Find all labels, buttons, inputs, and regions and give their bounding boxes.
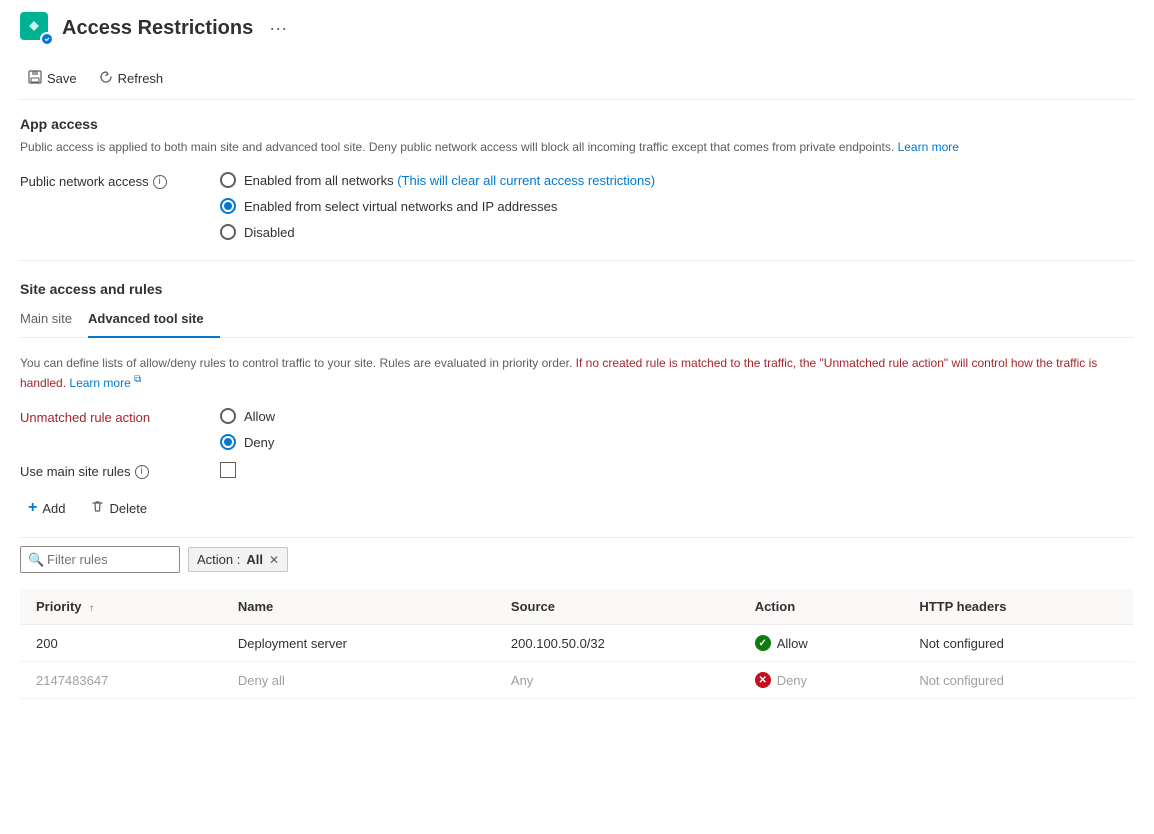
save-button[interactable]: Save: [20, 66, 85, 91]
cell-name-deployment: Deployment server: [222, 625, 495, 662]
app-icon: [20, 12, 52, 44]
delete-icon: [91, 500, 104, 516]
table-row[interactable]: 200 Deployment server 200.100.50.0/32 ✓ …: [20, 625, 1134, 662]
action-row: + Add Delete: [20, 495, 1134, 521]
public-network-label: Public network access i: [20, 172, 200, 189]
cell-priority-max: 2147483647: [20, 662, 222, 699]
refresh-icon: [99, 70, 113, 87]
radio-select-networks-label: Enabled from select virtual networks and…: [244, 199, 557, 214]
use-main-site-checkbox-row: [220, 462, 236, 478]
save-icon: [28, 70, 42, 87]
table-header-row: Priority ↑ Name Source Action HTTP heade…: [20, 589, 1134, 625]
delete-rule-button[interactable]: Delete: [83, 496, 155, 520]
app-access-section: App access Public access is applied to b…: [20, 116, 1134, 240]
radio-disabled-label: Disabled: [244, 225, 295, 240]
col-source: Source: [495, 589, 739, 625]
unmatched-allow-label: Allow: [244, 409, 275, 424]
radio-disabled-input[interactable]: [220, 224, 236, 240]
cell-action-deny: ✕ Deny: [739, 662, 904, 699]
toolbar: Save Refresh: [20, 58, 1134, 100]
unmatched-deny-input[interactable]: [220, 434, 236, 450]
cell-http-headers-deny: Not configured: [903, 662, 1134, 699]
unmatched-rule-label: Unmatched rule action: [20, 408, 200, 425]
unmatched-rule-radio-group: Allow Deny: [220, 408, 275, 450]
section-divider: [20, 260, 1134, 261]
filter-input-wrap: 🔍: [20, 546, 180, 573]
radio-all-networks-input[interactable]: [220, 172, 236, 188]
filter-tag-close[interactable]: ✕: [269, 553, 279, 567]
save-label: Save: [47, 71, 77, 86]
site-access-info: You can define lists of allow/deny rules…: [20, 354, 1134, 392]
delete-label: Delete: [109, 501, 147, 516]
action-filter-tag: Action : All ✕: [188, 547, 288, 572]
action-allow-label: Allow: [777, 636, 808, 651]
unmatched-allow-input[interactable]: [220, 408, 236, 424]
sort-icon-priority: ↑: [89, 603, 94, 614]
allow-icon: ✓: [755, 635, 771, 651]
tab-advanced-tool-site[interactable]: Advanced tool site: [88, 303, 220, 338]
cell-action-allow: ✓ Allow: [739, 625, 904, 662]
add-rule-button[interactable]: + Add: [20, 495, 73, 521]
site-access-section: Site access and rules Main site Advanced…: [20, 281, 1134, 699]
app-access-info: Public access is applied to both main si…: [20, 138, 1134, 156]
refresh-label: Refresh: [118, 71, 164, 86]
add-label: Add: [42, 501, 65, 516]
col-action: Action: [739, 589, 904, 625]
cell-source-200: 200.100.50.0/32: [495, 625, 739, 662]
app-access-title: App access: [20, 116, 1134, 132]
public-network-info-icon[interactable]: i: [153, 175, 167, 189]
add-icon: +: [28, 499, 37, 517]
filter-tag-value: All: [246, 552, 263, 567]
refresh-button[interactable]: Refresh: [91, 66, 172, 91]
more-options-button[interactable]: ···: [263, 16, 293, 41]
action-deny-label: Deny: [777, 673, 807, 688]
unmatched-allow-item[interactable]: Allow: [220, 408, 275, 424]
tab-main-site[interactable]: Main site: [20, 303, 88, 338]
site-access-title: Site access and rules: [20, 281, 1134, 297]
public-network-row: Public network access i Enabled from all…: [20, 172, 1134, 240]
col-priority: Priority ↑: [20, 589, 222, 625]
site-access-learn-more-link[interactable]: Learn more ⧉: [69, 376, 141, 390]
filter-tag-prefix: Action :: [197, 552, 240, 567]
col-name: Name: [222, 589, 495, 625]
cell-source-any: Any: [495, 662, 739, 699]
filter-search-icon: 🔍: [28, 552, 44, 568]
radio-select-networks-item[interactable]: Enabled from select virtual networks and…: [220, 198, 655, 214]
rules-table: Priority ↑ Name Source Action HTTP heade…: [20, 589, 1134, 699]
radio-all-networks-label: Enabled from all networks (This will cle…: [244, 173, 655, 188]
table-row[interactable]: 2147483647 Deny all Any ✕ Deny Not confi…: [20, 662, 1134, 699]
app-access-learn-more-link[interactable]: Learn more: [898, 140, 959, 154]
unmatched-deny-label: Deny: [244, 435, 274, 450]
radio-disabled-item[interactable]: Disabled: [220, 224, 655, 240]
use-main-site-row: Use main site rules i: [20, 462, 1134, 479]
public-network-radio-group: Enabled from all networks (This will cle…: [220, 172, 655, 240]
radio-all-networks-item[interactable]: Enabled from all networks (This will cle…: [220, 172, 655, 188]
use-main-site-info-icon[interactable]: i: [135, 465, 149, 479]
deny-icon: ✕: [755, 672, 771, 688]
cell-http-headers-200: Not configured: [903, 625, 1134, 662]
filter-bar: 🔍 Action : All ✕: [20, 537, 1134, 581]
use-main-site-label: Use main site rules i: [20, 462, 200, 479]
site-tabs: Main site Advanced tool site: [20, 303, 1134, 338]
col-http-headers: HTTP headers: [903, 589, 1134, 625]
use-main-site-checkbox[interactable]: [220, 462, 236, 478]
cell-name-deny-all: Deny all: [222, 662, 495, 699]
radio-select-networks-input[interactable]: [220, 198, 236, 214]
unmatched-deny-item[interactable]: Deny: [220, 434, 275, 450]
page-title: Access Restrictions: [62, 17, 253, 40]
unmatched-rule-row: Unmatched rule action Allow Deny: [20, 408, 1134, 450]
cell-priority-200: 200: [20, 625, 222, 662]
